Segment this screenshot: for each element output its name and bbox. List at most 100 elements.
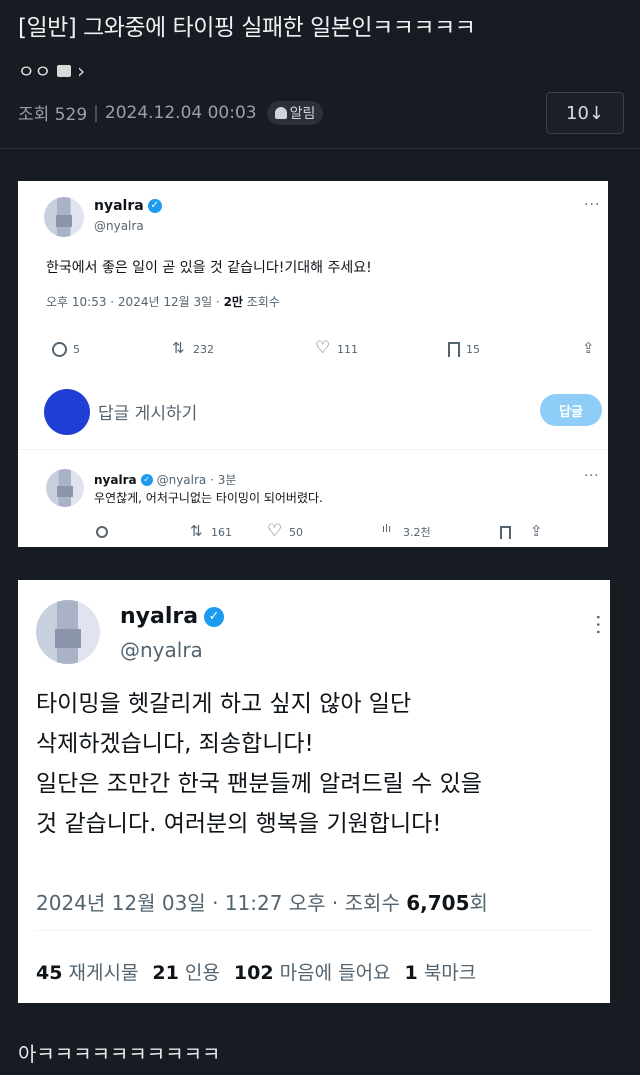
tweet-handle: @nyalra [94,219,144,233]
reply-author-avatar [46,469,84,507]
verified-icon: ✓ [140,473,153,486]
comment-icon [96,526,108,538]
stat-number: 21 [152,962,179,984]
repost-stat: 45 재게시물 [36,958,138,985]
tweet-screenshot-1: nyalra ✓ @nyalra ··· 한국에서 좋은 일이 곧 있을 것 같… [18,181,608,547]
bookmark-action: 15 [448,342,582,357]
tweet-text: 타이밍을 헷갈리게 하고 싶지 않아 일단 삭제하겠습니다, 죄송합니다! 일단… [36,684,482,844]
author-name[interactable]: ㅇㅇ [18,58,51,84]
stat-label: 마음에 들어요 [279,962,391,984]
stat-label: 인용 [184,962,220,984]
tweet-text: 한국에서 좋은 일이 곧 있을 것 같습니다!기대해 주세요! [46,260,372,276]
post-date: 2024.12.04 00:03 [104,102,257,123]
view-count: 3.2천 [403,526,431,539]
reply-action [96,526,190,538]
view-count: 조회 529 [18,105,88,125]
divider: | [93,102,99,123]
view-count: 2만 [223,295,243,309]
heart-icon [315,338,331,358]
tweet-stats: 45 재게시물 21 인용 102 마음에 들어요 1 북마크 [36,958,476,985]
heart-icon [267,521,283,541]
reply-author: nyalra ✓ @nyalra · 3분 [94,471,236,488]
retweet-count: 232 [193,343,214,356]
reply-action: 5 [52,342,172,357]
bookmark-icon [500,525,511,539]
avatar [44,197,84,237]
alarm-label: 알림 [289,105,316,122]
author-name: nyalra [94,198,144,214]
author-badge-icon [57,65,72,77]
verified-icon: ✓ [204,606,225,627]
tweet-date: 2024년 12월 03일 · 11:27 오후 · 조회수 6,705회 [36,887,488,916]
stat-number: 45 [36,962,63,984]
retweet-action: 232 [172,339,316,357]
retweet-count: 161 [211,525,232,539]
more-vertical-icon: ··· [586,614,610,637]
share-action [582,339,597,357]
author-name: nyalra [94,472,137,487]
post-info: 조회 529 | 2024.12.04 00:03 알림 [18,100,324,125]
retweet-icon [172,339,187,357]
reply-divider [18,449,608,450]
tweet-date: 오후 10:53 · 2024년 12월 3일 · 2만 조회수 [46,293,280,310]
post-title: [일반] 그와중에 타이핑 실패한 일본인ㅋㅋㅋㅋㅋ [18,15,476,41]
author-name: nyalra [120,604,199,629]
stats-icon [382,522,397,540]
tweet-line: 삭제하겠습니다, 죄송합니다! [36,731,314,757]
more-icon: ··· [584,469,600,484]
header-divider [0,148,640,149]
bookmark-action [500,525,530,539]
stat-number: 1 [404,962,418,984]
chevron-right-icon[interactable]: › [77,59,85,83]
retweet-action: 161 [190,522,268,540]
reply-handle: @nyalra · 3분 [156,473,237,487]
view-count: 6,705 [406,891,470,915]
retweet-icon [190,522,205,540]
view-label: 조회수 [242,295,280,309]
reply-placeholder: 답글 게시하기 [98,404,198,424]
tweet-line: 일단은 조만간 한국 팬분들께 알려드릴 수 있을 [36,771,482,797]
comment-icon [52,342,67,357]
stats-divider [36,930,592,931]
like-action: 111 [315,338,448,358]
share-icon [530,522,545,540]
like-count: 50 [289,525,303,539]
share-action [530,522,545,540]
stat-label: 북마크 [423,962,477,984]
comment-count-button[interactable]: 10↓ [546,92,624,134]
tweet-author: nyalra ✓ [120,604,225,629]
views-action: 3.2천 [382,522,500,540]
tweet-author: nyalra ✓ [94,198,162,214]
quote-stat: 21 인용 [152,958,219,985]
reply-button: 답글 [540,394,602,426]
comment-count: 10↓ [566,102,604,124]
bookmark-icon [448,342,460,357]
bell-icon [274,106,287,119]
more-icon: ··· [584,197,601,213]
post-body-comment: 아ㅋㅋㅋㅋㅋㅋㅋㅋㅋㅋ [18,1042,221,1066]
tweet-line: 것 같습니다. 여러분의 행복을 기원합니다! [36,811,442,837]
bookmark-stat: 1 북마크 [405,958,477,985]
avatar [36,600,100,664]
verified-icon: ✓ [147,199,162,213]
like-action: 50 [267,521,382,541]
reply-actions: 161 50 3.2천 [96,521,545,541]
tweet-screenshot-2: nyalra ✓ @nyalra ··· 타이밍을 헷갈리게 하고 싶지 않아 … [18,580,610,1003]
bookmark-count: 15 [466,343,480,356]
tweet-handle: @nyalra [120,638,203,662]
date-text: 2024년 12월 03일 · 11:27 오후 · 조회수 [36,891,407,915]
author-row[interactable]: ㅇㅇ › [18,58,85,84]
date-text: 오후 10:53 · 2024년 12월 3일 · [46,295,224,309]
stat-label: 재게시물 [68,962,139,984]
reply-count: 5 [73,343,80,356]
like-count: 111 [337,343,358,356]
like-stat: 102 마음에 들어요 [234,958,391,985]
tweet-line: 타이밍을 헷갈리게 하고 싶지 않아 일단 [36,691,412,717]
alarm-button[interactable]: 알림 [266,100,324,125]
reply-avatar [44,389,90,435]
reply-text: 우연찮게, 어처구니없는 타이밍이 되어버렸다. [94,491,323,505]
share-icon [582,339,597,357]
stat-number: 102 [233,962,274,984]
view-label: 회 [469,891,488,915]
tweet-actions: 5 232 111 15 [52,338,597,358]
